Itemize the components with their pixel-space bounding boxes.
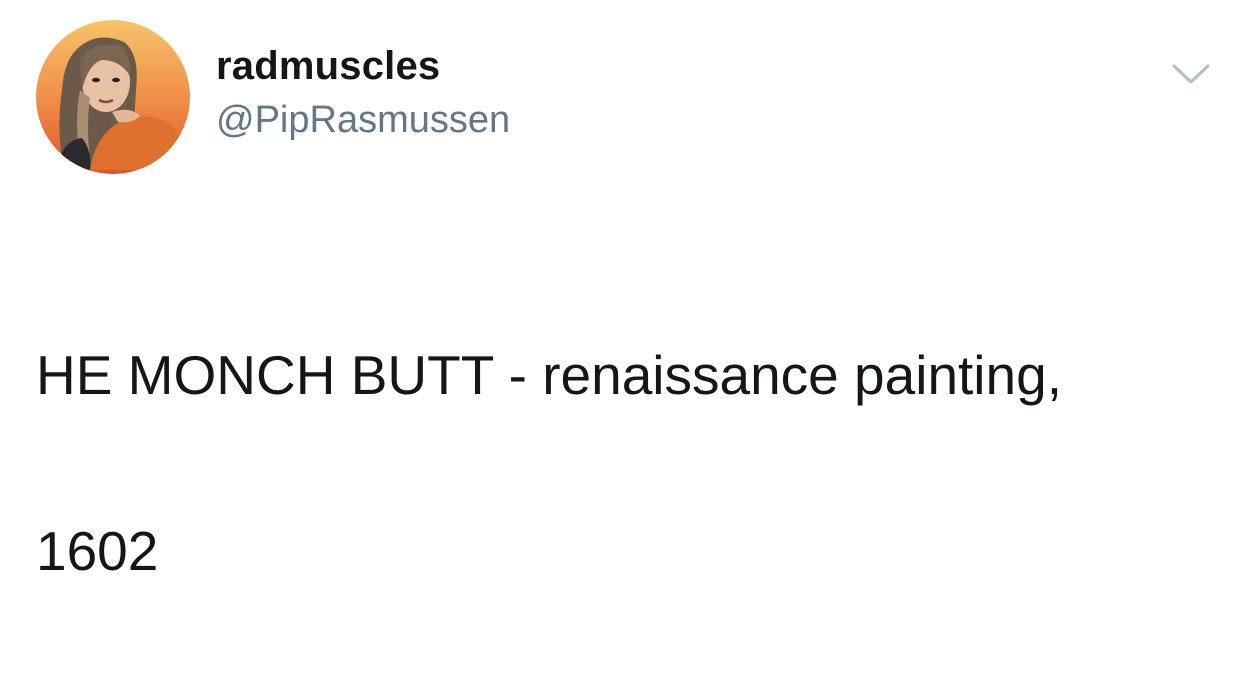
tweet-card: radmuscles @PipRasmussen HE MONCH BUTT -…	[0, 0, 1242, 582]
tweet-text-line-2: 1602	[36, 520, 159, 582]
tweet-text: HE MONCH BUTT - renaissance painting, 16…	[36, 243, 1216, 683]
author-display-name[interactable]: radmuscles	[216, 42, 440, 90]
author-avatar[interactable]	[36, 20, 190, 174]
author-handle[interactable]: @PipRasmussen	[216, 96, 510, 144]
chevron-down-icon[interactable]	[1170, 58, 1212, 88]
tweet-text-line-1: HE MONCH BUTT - renaissance painting,	[36, 344, 1062, 406]
